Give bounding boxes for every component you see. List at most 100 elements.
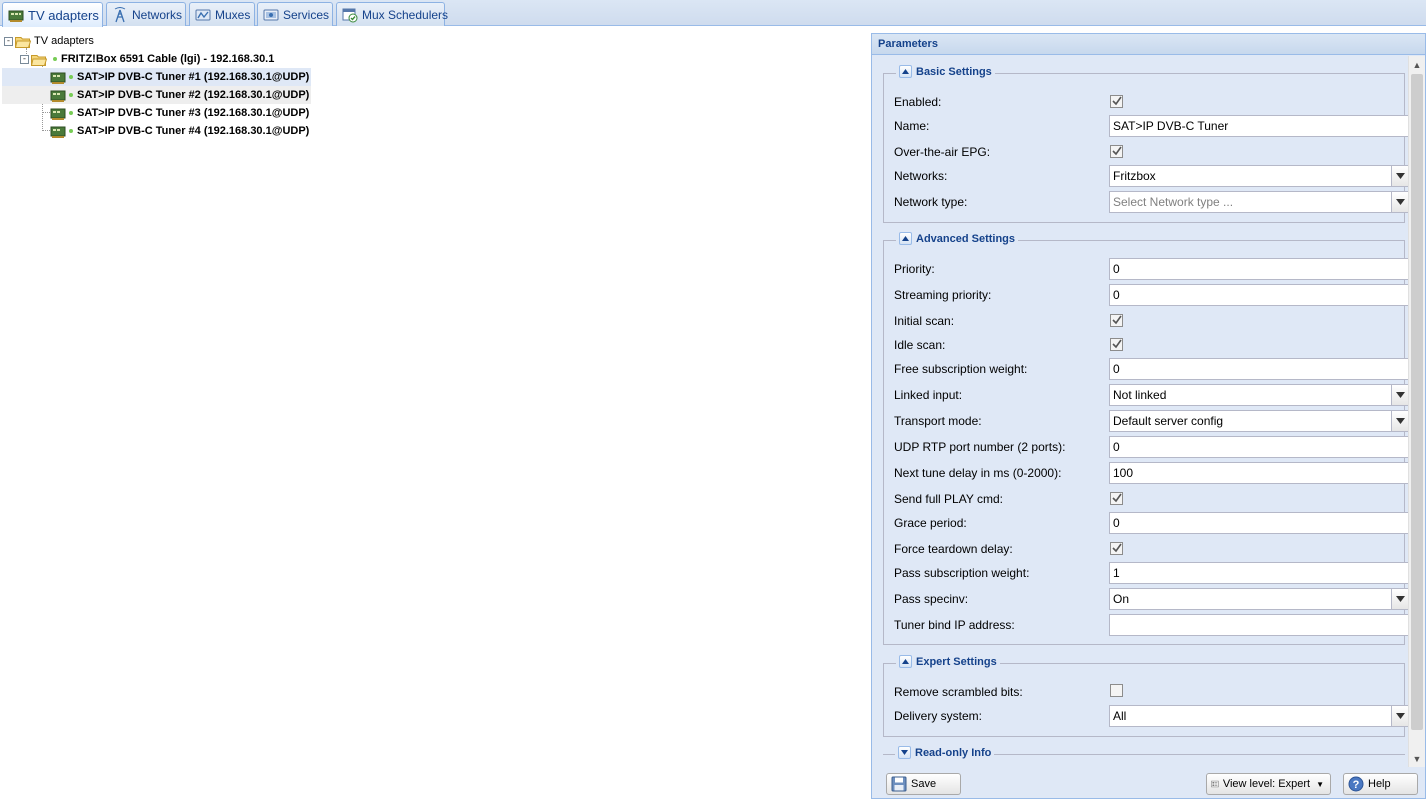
field-networks: Networks: Fritzbox bbox=[894, 165, 1409, 187]
field-label: Remove scrambled bits: bbox=[894, 685, 1023, 699]
expand-down-icon[interactable] bbox=[898, 746, 911, 759]
collapse-icon[interactable]: - bbox=[4, 36, 13, 46]
status-online-icon bbox=[53, 57, 57, 61]
scroll-down-icon[interactable]: ▼ bbox=[1409, 750, 1425, 767]
field-next-tune-delay: Next tune delay in ms (0-2000): bbox=[894, 462, 1409, 484]
tree-node-label: SAT>IP DVB-C Tuner #3 (192.168.30.1@UDP) bbox=[77, 107, 310, 119]
field-transport-mode: Transport mode: Default server config bbox=[894, 410, 1409, 432]
chevron-down-icon[interactable] bbox=[1391, 706, 1408, 726]
chevron-down-icon[interactable] bbox=[1391, 411, 1408, 431]
chevron-down-icon[interactable] bbox=[1391, 385, 1408, 405]
field-label: Streaming priority: bbox=[894, 288, 992, 302]
grace-period-input[interactable] bbox=[1109, 512, 1409, 534]
help-button[interactable]: ? Help bbox=[1343, 773, 1418, 795]
collapse-up-icon[interactable] bbox=[899, 655, 912, 668]
scroll-up-icon[interactable]: ▲ bbox=[1409, 56, 1425, 73]
muxes-icon bbox=[195, 7, 211, 23]
chevron-down-icon[interactable] bbox=[1391, 166, 1408, 186]
save-button[interactable]: Save bbox=[886, 773, 961, 795]
group-title: Basic Settings bbox=[916, 65, 992, 78]
field-label: Over-the-air EPG: bbox=[894, 145, 991, 159]
network-type-select[interactable]: Select Network type ... bbox=[1109, 191, 1409, 213]
field-enabled: Enabled: bbox=[894, 91, 1123, 113]
field-label: Pass subscription weight: bbox=[894, 566, 1030, 580]
tab-services[interactable]: Services bbox=[257, 2, 333, 26]
form-scrollbar[interactable]: ▲ ▼ bbox=[1408, 56, 1425, 767]
tab-networks[interactable]: Networks bbox=[106, 2, 186, 26]
collapse-up-icon[interactable] bbox=[899, 65, 912, 78]
field-label: Enabled: bbox=[894, 95, 942, 109]
tree-node-root[interactable]: - TV adapters bbox=[4, 32, 94, 50]
tab-muxes[interactable]: Muxes bbox=[189, 2, 255, 26]
priority-input[interactable] bbox=[1109, 258, 1409, 280]
svg-text:?: ? bbox=[1353, 779, 1360, 791]
collapse-icon[interactable]: - bbox=[20, 54, 29, 64]
tab-tv-adapters[interactable]: TV adapters bbox=[2, 2, 103, 27]
tree-node-label: TV adapters bbox=[34, 35, 94, 47]
group-legend: Expert Settings bbox=[896, 655, 1000, 668]
remove-scrambled-checkbox[interactable] bbox=[1110, 684, 1123, 697]
linked-input-select[interactable]: Not linked bbox=[1109, 384, 1409, 406]
delivery-system-select[interactable]: All bbox=[1109, 705, 1409, 727]
pass-subscription-weight-input[interactable] bbox=[1109, 562, 1409, 584]
tree-node-tuner-1[interactable]: SAT>IP DVB-C Tuner #1 (192.168.30.1@UDP) bbox=[2, 68, 311, 86]
folder-open-icon bbox=[31, 54, 47, 66]
field-tuner-bind-ip: Tuner bind IP address: bbox=[894, 614, 1409, 636]
field-idle-scan: Idle scan: bbox=[894, 334, 1123, 356]
field-priority: Priority: bbox=[894, 258, 1409, 280]
networks-select[interactable]: Fritzbox bbox=[1109, 165, 1409, 187]
chevron-down-icon[interactable] bbox=[1391, 589, 1408, 609]
next-tune-delay-input[interactable] bbox=[1109, 462, 1409, 484]
transport-mode-select[interactable]: Default server config bbox=[1109, 410, 1409, 432]
collapse-up-icon[interactable] bbox=[899, 232, 912, 245]
group-legend: Advanced Settings bbox=[896, 232, 1019, 245]
field-force-teardown: Force teardown delay: bbox=[894, 538, 1123, 560]
field-label: Force teardown delay: bbox=[894, 542, 1013, 556]
field-udp-rtp-port: UDP RTP port number (2 ports): bbox=[894, 436, 1409, 458]
view-level-button[interactable]: View level: Expert ▼ bbox=[1206, 773, 1331, 795]
field-delivery-system: Delivery system: All bbox=[894, 705, 1409, 727]
scroll-thumb[interactable] bbox=[1411, 74, 1423, 730]
field-label: Name: bbox=[894, 119, 930, 133]
pass-specinv-select[interactable]: On bbox=[1109, 588, 1409, 610]
tree-node-tuner-4[interactable]: SAT>IP DVB-C Tuner #4 (192.168.30.1@UDP) bbox=[2, 122, 311, 140]
tuner-bind-ip-input[interactable] bbox=[1109, 614, 1409, 636]
chevron-down-icon[interactable] bbox=[1391, 192, 1408, 212]
expert-settings-group: Expert Settings Remove scrambled bits: D… bbox=[883, 655, 1409, 737]
epg-checkbox[interactable] bbox=[1110, 144, 1123, 158]
tree-node-tuner-3[interactable]: SAT>IP DVB-C Tuner #3 (192.168.30.1@UDP) bbox=[2, 104, 311, 122]
field-label: Free subscription weight: bbox=[894, 362, 1028, 376]
status-online-icon bbox=[69, 129, 73, 133]
streaming-priority-input[interactable] bbox=[1109, 284, 1409, 306]
tv-adapter-icon bbox=[8, 7, 24, 23]
parameters-panel: Parameters Basic Settings Enabled: Name:… bbox=[871, 33, 1426, 799]
tab-label: Mux Schedulers bbox=[362, 7, 449, 22]
enabled-checkbox[interactable] bbox=[1110, 94, 1123, 108]
field-grace-period: Grace period: bbox=[894, 512, 1409, 534]
field-pass-subscription-weight: Pass subscription weight: bbox=[894, 562, 1409, 584]
status-online-icon bbox=[69, 75, 73, 79]
field-label: Networks: bbox=[894, 169, 948, 183]
tree-node-device[interactable]: - FRITZ!Box 6591 Cable (lgi) - 192.168.3… bbox=[20, 50, 274, 68]
field-network-type: Network type: Select Network type ... bbox=[894, 191, 1409, 213]
udp-rtp-port-input[interactable] bbox=[1109, 436, 1409, 458]
free-subscription-weight-input[interactable] bbox=[1109, 358, 1409, 380]
tree-node-tuner-2[interactable]: SAT>IP DVB-C Tuner #2 (192.168.30.1@UDP) bbox=[2, 86, 311, 104]
field-label: Tuner bind IP address: bbox=[894, 618, 1015, 632]
send-full-play-checkbox[interactable] bbox=[1110, 491, 1123, 505]
group-legend: Read-only Info bbox=[895, 746, 995, 759]
tab-mux-schedulers[interactable]: Mux Schedulers bbox=[336, 2, 449, 26]
force-teardown-checkbox[interactable] bbox=[1110, 541, 1123, 555]
field-label: UDP RTP port number (2 ports): bbox=[894, 440, 1066, 454]
group-title: Read-only Info bbox=[915, 746, 992, 759]
tab-label: Muxes bbox=[215, 7, 251, 22]
tuner-card-icon bbox=[50, 123, 66, 139]
idle-scan-checkbox[interactable] bbox=[1110, 337, 1123, 351]
name-input[interactable] bbox=[1109, 115, 1409, 137]
initial-scan-checkbox[interactable] bbox=[1110, 313, 1123, 327]
parameters-form: Basic Settings Enabled: Name: Over-the-a… bbox=[872, 56, 1409, 767]
save-icon bbox=[891, 776, 907, 792]
field-label: Idle scan: bbox=[894, 338, 946, 352]
group-legend: Basic Settings bbox=[896, 65, 995, 78]
field-remove-scrambled: Remove scrambled bits: bbox=[894, 681, 1123, 703]
